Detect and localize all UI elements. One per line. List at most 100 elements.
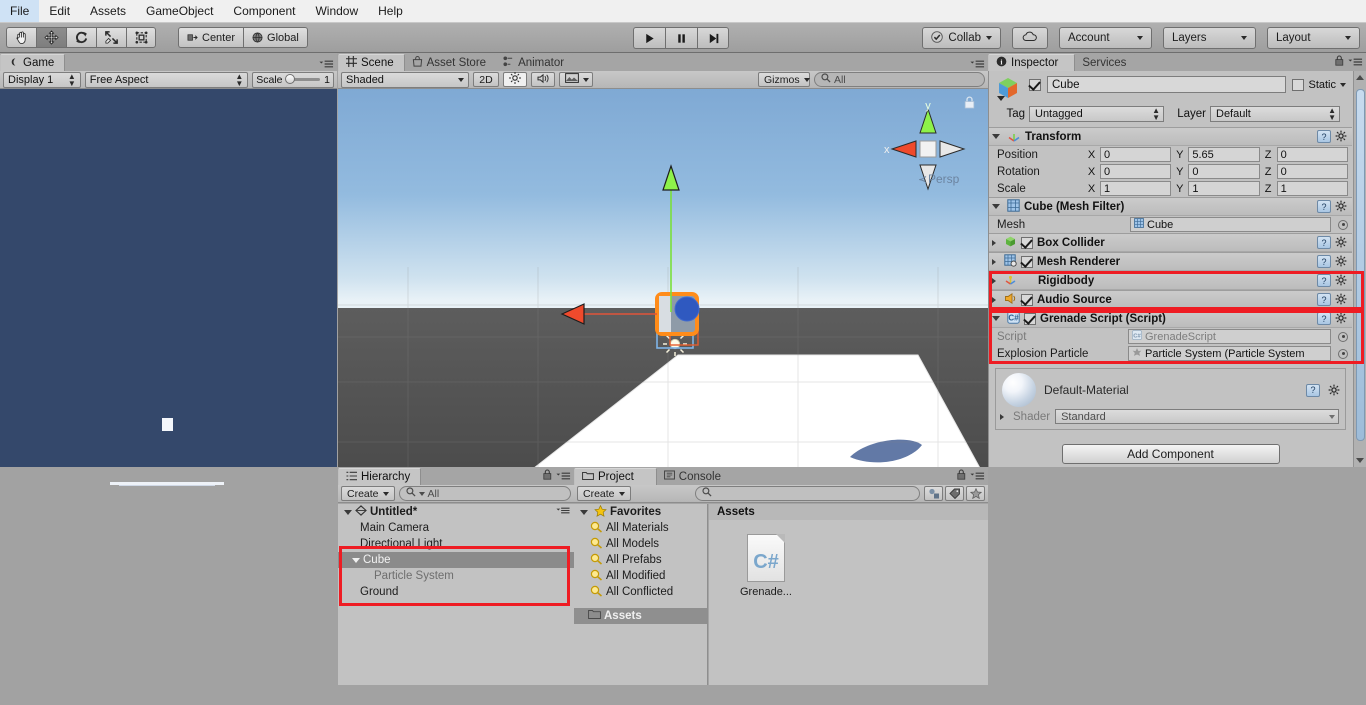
hierarchy-item-main-camera[interactable]: Main Camera [338,520,574,536]
fx-dropdown-button[interactable] [559,72,593,87]
object-enabled-checkbox[interactable] [1029,78,1041,91]
gear-icon[interactable] [1335,130,1348,143]
position-y-input[interactable]: 5.65 [1188,147,1260,162]
script-object-picker-icon[interactable] [1338,331,1348,342]
hierarchy-tab-tools[interactable] [543,469,571,483]
mesh-renderer-header[interactable]: Mesh Renderer ? [989,253,1352,271]
help-icon[interactable]: ? [1317,130,1331,143]
position-x-input[interactable]: 0 [1100,147,1172,162]
rotation-y-input[interactable]: 0 [1188,164,1260,179]
tab-game[interactable]: Game [0,54,66,71]
chevron-down-icon[interactable] [992,134,1000,139]
chevron-right-icon[interactable] [992,239,996,246]
grenade-script-enabled-checkbox[interactable] [1024,312,1036,325]
scene-render-canvas[interactable]: y x Persp ≺ [338,89,988,479]
project-favorite-all-materials[interactable]: All Materials [574,520,707,536]
gear-icon[interactable] [1335,293,1348,306]
lock-icon[interactable] [957,469,966,483]
mesh-object-field[interactable]: Cube [1130,217,1331,232]
play-button[interactable] [633,27,665,49]
gear-icon[interactable] [1335,200,1348,213]
help-icon[interactable]: ? [1306,383,1320,397]
toggle-lighting-button[interactable] [503,72,527,87]
chevron-right-icon[interactable] [992,277,996,284]
rotation-z-input[interactable]: 0 [1276,164,1348,179]
persp-label[interactable]: Persp [928,172,959,186]
scale-slider-knob[interactable] [284,74,295,84]
layout-button[interactable]: Layout [1267,27,1360,49]
tab-console[interactable]: Console [656,468,731,485]
filter-by-type-button[interactable] [924,486,943,501]
cloud-button[interactable] [1012,27,1048,49]
project-tree[interactable]: Favorites All Materials All Models All P… [574,504,708,705]
menu-item-component[interactable]: Component [223,0,305,22]
project-favorites-root[interactable]: Favorites [574,504,707,520]
gear-icon[interactable] [1335,236,1348,249]
scale-slider-container[interactable]: Scale 1 [252,71,334,88]
project-breadcrumb[interactable]: Assets [709,504,988,520]
chevron-right-icon[interactable] [1000,413,1004,420]
rotation-x-input[interactable]: 0 [1100,164,1172,179]
gear-icon[interactable] [1328,384,1341,397]
tab-project[interactable]: Project [574,468,657,485]
explosion-particle-picker-icon[interactable] [1338,348,1348,359]
chevron-right-icon[interactable] [992,296,996,303]
hierarchy-create-button[interactable]: Create [341,486,395,501]
layer-dropdown[interactable]: Default ▲ ▼ [1210,106,1340,122]
project-tree-assets-folder[interactable]: Assets [574,608,707,624]
menu-item-edit[interactable]: Edit [39,0,80,22]
tab-inspector[interactable]: i Inspector [988,54,1076,71]
project-favorite-all-conflicted[interactable]: All Conflicted [574,584,707,600]
scale-x-input[interactable]: 1 [1100,181,1172,196]
audio-source-enabled-checkbox[interactable] [1021,293,1033,306]
chevron-right-icon[interactable] [992,258,996,265]
static-checkbox[interactable] [1292,78,1305,91]
inspector-scrollbar[interactable] [1353,71,1366,467]
hierarchy-scene-root[interactable]: Untitled* [338,504,574,520]
project-favorite-all-models[interactable]: All Models [574,536,707,552]
explosion-particle-object-field[interactable]: Particle System (Particle System [1128,346,1331,361]
hierarchy-context-menu-icon[interactable] [556,506,570,518]
position-z-input[interactable]: 0 [1276,147,1348,162]
box-collider-enabled-checkbox[interactable] [1021,236,1033,249]
add-component-button[interactable]: Add Component [1061,444,1280,464]
scroll-down-arrow-icon[interactable] [1356,458,1364,463]
tag-dropdown[interactable]: Untagged ▲ ▼ [1029,106,1164,122]
scene-search-input[interactable]: All [814,72,985,87]
gear-icon[interactable] [1335,274,1348,287]
menu-item-assets[interactable]: Assets [80,0,136,22]
mesh-object-picker-icon[interactable] [1338,219,1348,230]
rect-transform-tool-button[interactable] [126,27,156,48]
chevron-down-icon[interactable] [344,509,352,515]
scale-z-input[interactable]: 1 [1276,181,1348,196]
help-icon[interactable]: ? [1317,312,1331,325]
menu-item-window[interactable]: Window [305,0,368,22]
help-icon[interactable]: ? [1317,200,1331,213]
scroll-up-arrow-icon[interactable] [1356,75,1364,80]
space-mode-button[interactable]: Global [243,27,308,48]
gear-icon[interactable] [1335,312,1348,325]
transform-header[interactable]: Transform ? [989,128,1352,146]
tab-animator[interactable]: Animator [496,54,575,71]
object-name-input[interactable]: Cube [1047,76,1287,93]
menu-item-help[interactable]: Help [368,0,413,22]
tab-services[interactable]: Services [1075,54,1137,71]
project-create-button[interactable]: Create [577,486,631,501]
move-tool-button[interactable] [36,27,66,48]
collab-button[interactable]: Collab [922,27,1001,49]
rigidbody-header[interactable]: Rigidbody ? [989,272,1352,290]
lock-icon[interactable] [543,469,552,483]
lock-icon[interactable] [1335,55,1344,69]
menu-item-file[interactable]: File [0,0,40,22]
asset-item-grenade-script[interactable]: C# Grenade... [733,534,799,598]
box-collider-header[interactable]: Box Collider ? [989,234,1352,252]
grenade-script-header[interactable]: C# Grenade Script (Script) ? [989,310,1352,328]
help-icon[interactable]: ? [1317,255,1331,268]
selected-cube-with-move-gizmo[interactable] [560,164,740,354]
hierarchy-tree[interactable]: Untitled* Main Camera Directional Light … [338,504,574,705]
shading-mode-dropdown[interactable]: Shaded [341,71,469,88]
scale-y-input[interactable]: 1 [1188,181,1260,196]
account-button[interactable]: Account [1059,27,1152,49]
aspect-dropdown[interactable]: Free Aspect ▲ ▼ [84,71,249,88]
hierarchy-search-input[interactable]: All [398,486,571,501]
